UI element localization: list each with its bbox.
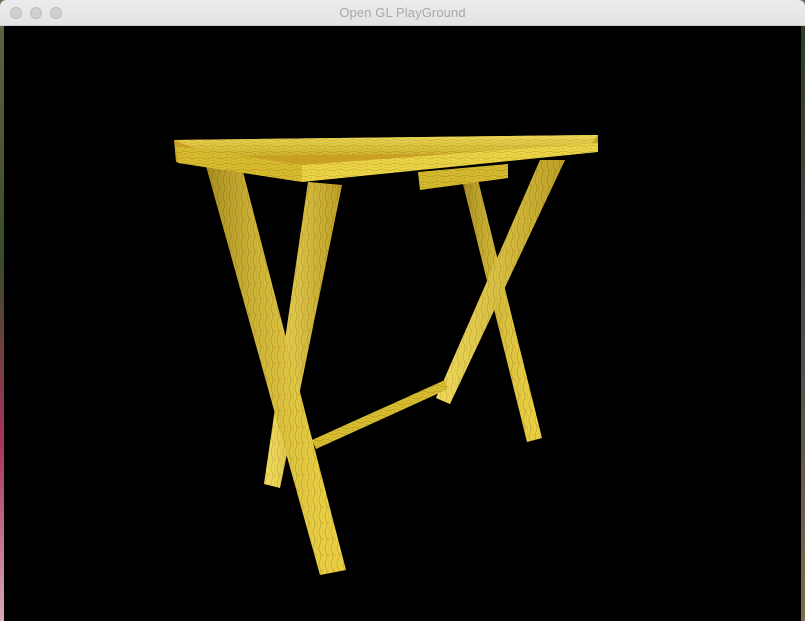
back-leg-left	[436, 160, 565, 404]
window-title: Open GL PlayGround	[339, 5, 466, 20]
app-window: Open GL PlayGround	[0, 0, 805, 621]
title-bar[interactable]: Open GL PlayGround	[0, 0, 805, 26]
desktop-background-right	[801, 26, 805, 621]
table-render	[174, 135, 598, 575]
opengl-viewport[interactable]	[4, 26, 801, 621]
stretcher-bar	[312, 380, 448, 449]
